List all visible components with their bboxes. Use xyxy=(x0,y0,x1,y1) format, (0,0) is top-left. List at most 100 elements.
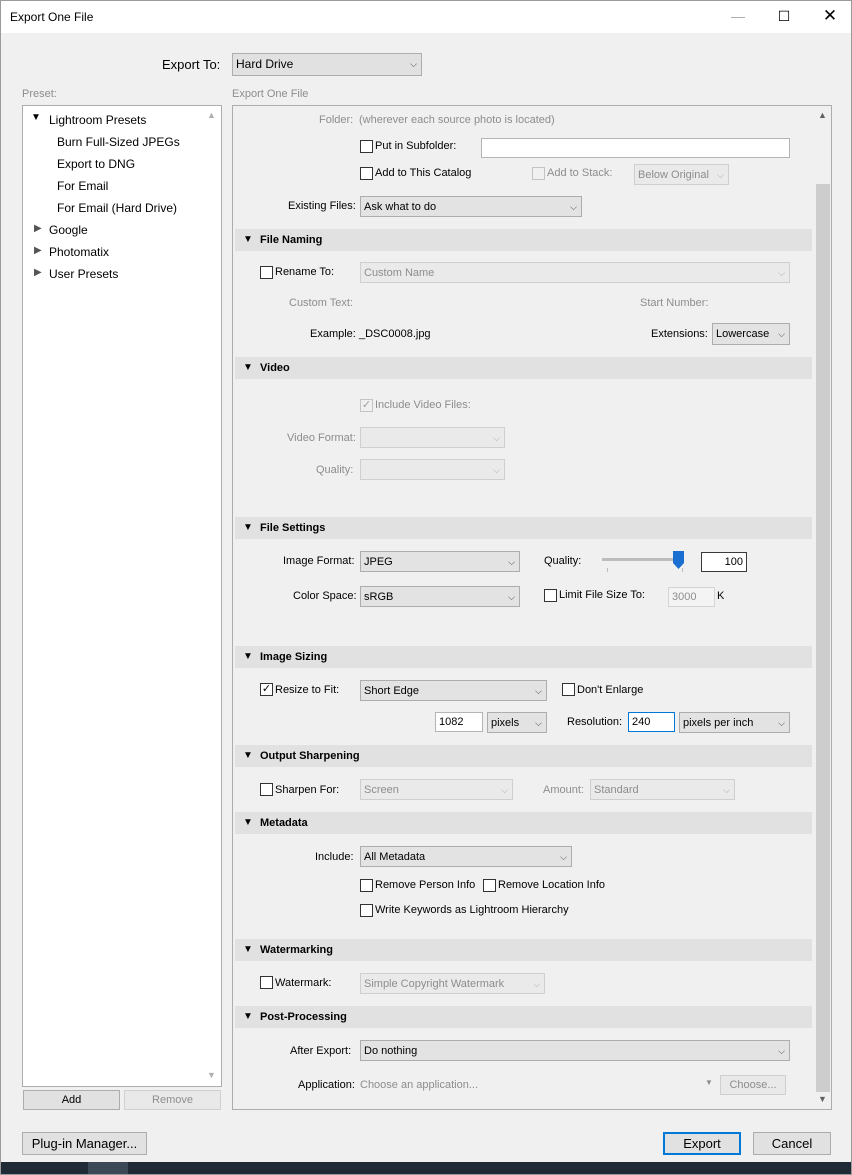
remove-preset-button[interactable]: Remove xyxy=(124,1090,221,1110)
application-dropdown-icon[interactable]: ▼ xyxy=(705,1078,713,1087)
scrollbar-thumb[interactable] xyxy=(816,184,830,1092)
limit-size-unit: K xyxy=(717,590,725,602)
include-video-checkbox[interactable]: ✓ xyxy=(360,399,373,412)
subfolder-input[interactable] xyxy=(481,138,790,158)
write-keywords-checkbox[interactable] xyxy=(360,904,373,917)
stack-value: Below Original xyxy=(638,169,709,181)
resize-label: Resize to Fit: xyxy=(275,684,340,696)
quality-slider-thumb[interactable] xyxy=(673,551,684,569)
video-quality-label: Quality: xyxy=(316,464,354,476)
resolution-input[interactable]: 240 xyxy=(628,712,675,732)
size-input[interactable]: 1082 xyxy=(435,712,483,732)
preset-item[interactable]: Export to DNG xyxy=(57,157,135,171)
dont-enlarge-label: Don't Enlarge xyxy=(577,684,644,696)
watermark-select[interactable]: Simple Copyright Watermark ⌵ xyxy=(360,973,545,994)
section-post-processing[interactable]: ▼ Post-Processing xyxy=(235,1006,812,1028)
window-title: Export One File xyxy=(10,10,94,24)
section-title: Output Sharpening xyxy=(260,750,360,762)
preset-item[interactable]: For Email (Hard Drive) xyxy=(57,201,177,215)
expand-triangle-icon[interactable]: ▼ xyxy=(31,112,41,123)
add-preset-button[interactable]: Add xyxy=(23,1090,120,1110)
video-format-select[interactable]: ⌵ xyxy=(360,427,505,448)
section-output-sharpening[interactable]: ▼ Output Sharpening xyxy=(235,745,812,767)
quality-input[interactable]: 100 xyxy=(701,552,747,572)
title-bar: Export One File — ☐ ✕ xyxy=(1,1,851,33)
add-stack-checkbox[interactable] xyxy=(532,167,545,180)
image-format-value: JPEG xyxy=(364,556,393,568)
export-to-select[interactable]: Hard Drive ⌵ xyxy=(232,53,422,76)
minimize-button[interactable]: — xyxy=(715,1,761,33)
limit-size-checkbox[interactable] xyxy=(544,589,557,602)
resize-select[interactable]: Short Edge ⌵ xyxy=(360,680,547,701)
subfolder-checkbox[interactable] xyxy=(360,140,373,153)
preset-item[interactable]: For Email xyxy=(57,179,108,193)
chevron-down-icon: ⌵ xyxy=(778,1046,785,1056)
rename-checkbox[interactable] xyxy=(260,266,273,279)
maximize-button[interactable]: ☐ xyxy=(761,1,807,33)
collapse-triangle-icon[interactable]: ▶ xyxy=(34,267,42,278)
scroll-down-icon[interactable]: ▼ xyxy=(207,1070,216,1080)
subfolder-label: Put in Subfolder: xyxy=(375,140,457,152)
chevron-down-icon: ⌵ xyxy=(778,329,785,339)
scroll-down-icon[interactable]: ▼ xyxy=(818,1094,827,1104)
preset-group-user[interactable]: User Presets xyxy=(49,267,118,281)
section-watermarking[interactable]: ▼ Watermarking xyxy=(235,939,812,961)
color-space-select[interactable]: sRGB ⌵ xyxy=(360,586,520,607)
expand-triangle-icon: ▼ xyxy=(243,817,253,828)
existing-files-value: Ask what to do xyxy=(364,201,437,213)
preset-group-lightroom[interactable]: Lightroom Presets xyxy=(49,113,146,127)
video-quality-select[interactable]: ⌵ xyxy=(360,459,505,480)
resize-value: Short Edge xyxy=(364,685,420,697)
preset-group-google[interactable]: Google xyxy=(49,223,88,237)
chevron-down-icon: ⌵ xyxy=(535,718,542,728)
after-export-select[interactable]: Do nothing ⌵ xyxy=(360,1040,790,1061)
plugin-manager-button[interactable]: Plug-in Manager... xyxy=(22,1132,147,1155)
limit-size-input[interactable]: 3000 xyxy=(668,587,715,607)
remove-person-checkbox[interactable] xyxy=(360,879,373,892)
dont-enlarge-checkbox[interactable] xyxy=(562,683,575,696)
extensions-label: Extensions: xyxy=(651,328,708,340)
export-button[interactable]: Export xyxy=(663,1132,741,1155)
choose-application-button[interactable]: Choose... xyxy=(720,1075,786,1095)
extensions-select[interactable]: Lowercase ⌵ xyxy=(712,323,790,345)
metadata-include-select[interactable]: All Metadata ⌵ xyxy=(360,846,572,867)
collapse-triangle-icon[interactable]: ▶ xyxy=(34,245,42,256)
amount-label: Amount: xyxy=(543,784,584,796)
size-unit-select[interactable]: pixels ⌵ xyxy=(487,712,547,733)
section-metadata[interactable]: ▼ Metadata xyxy=(235,812,812,834)
export-to-value: Hard Drive xyxy=(236,57,294,71)
scroll-up-icon[interactable]: ▲ xyxy=(207,110,216,120)
cancel-button[interactable]: Cancel xyxy=(753,1132,831,1155)
add-catalog-checkbox[interactable] xyxy=(360,167,373,180)
resize-checkbox[interactable]: ✓ xyxy=(260,683,273,696)
quality-slider-track[interactable] xyxy=(602,558,684,561)
scrollbar[interactable]: ▲ ▼ xyxy=(815,106,831,1109)
section-video[interactable]: ▼ Video xyxy=(235,357,812,379)
application-placeholder[interactable]: Choose an application... xyxy=(360,1079,478,1091)
scroll-up-icon[interactable]: ▲ xyxy=(818,110,827,120)
remove-location-checkbox[interactable] xyxy=(483,879,496,892)
resolution-unit-select[interactable]: pixels per inch ⌵ xyxy=(679,712,790,733)
sharpen-label: Sharpen For: xyxy=(275,784,340,796)
sharpen-checkbox[interactable] xyxy=(260,783,273,796)
existing-files-select[interactable]: Ask what to do ⌵ xyxy=(360,196,582,217)
color-space-label: Color Space: xyxy=(293,590,357,602)
preset-item[interactable]: Burn Full-Sized JPEGs xyxy=(57,135,180,149)
collapse-triangle-icon[interactable]: ▶ xyxy=(34,223,42,234)
rename-value: Custom Name xyxy=(364,267,435,279)
stack-select[interactable]: Below Original ⌵ xyxy=(634,164,729,185)
preset-group-photomatix[interactable]: Photomatix xyxy=(49,245,109,259)
watermark-checkbox[interactable] xyxy=(260,976,273,989)
application-label: Application: xyxy=(298,1079,355,1091)
rename-select[interactable]: Custom Name ⌵ xyxy=(360,262,790,283)
image-format-select[interactable]: JPEG ⌵ xyxy=(360,551,520,572)
section-file-naming[interactable]: ▼ File Naming xyxy=(235,229,812,251)
taskbar-active-item[interactable] xyxy=(88,1162,128,1174)
section-image-sizing[interactable]: ▼ Image Sizing xyxy=(235,646,812,668)
expand-triangle-icon: ▼ xyxy=(243,750,253,761)
close-button[interactable]: ✕ xyxy=(807,1,851,33)
section-file-settings[interactable]: ▼ File Settings xyxy=(235,517,812,539)
amount-select[interactable]: Standard ⌵ xyxy=(590,779,735,800)
write-keywords-label: Write Keywords as Lightroom Hierarchy xyxy=(375,904,569,916)
sharpen-select[interactable]: Screen ⌵ xyxy=(360,779,513,800)
